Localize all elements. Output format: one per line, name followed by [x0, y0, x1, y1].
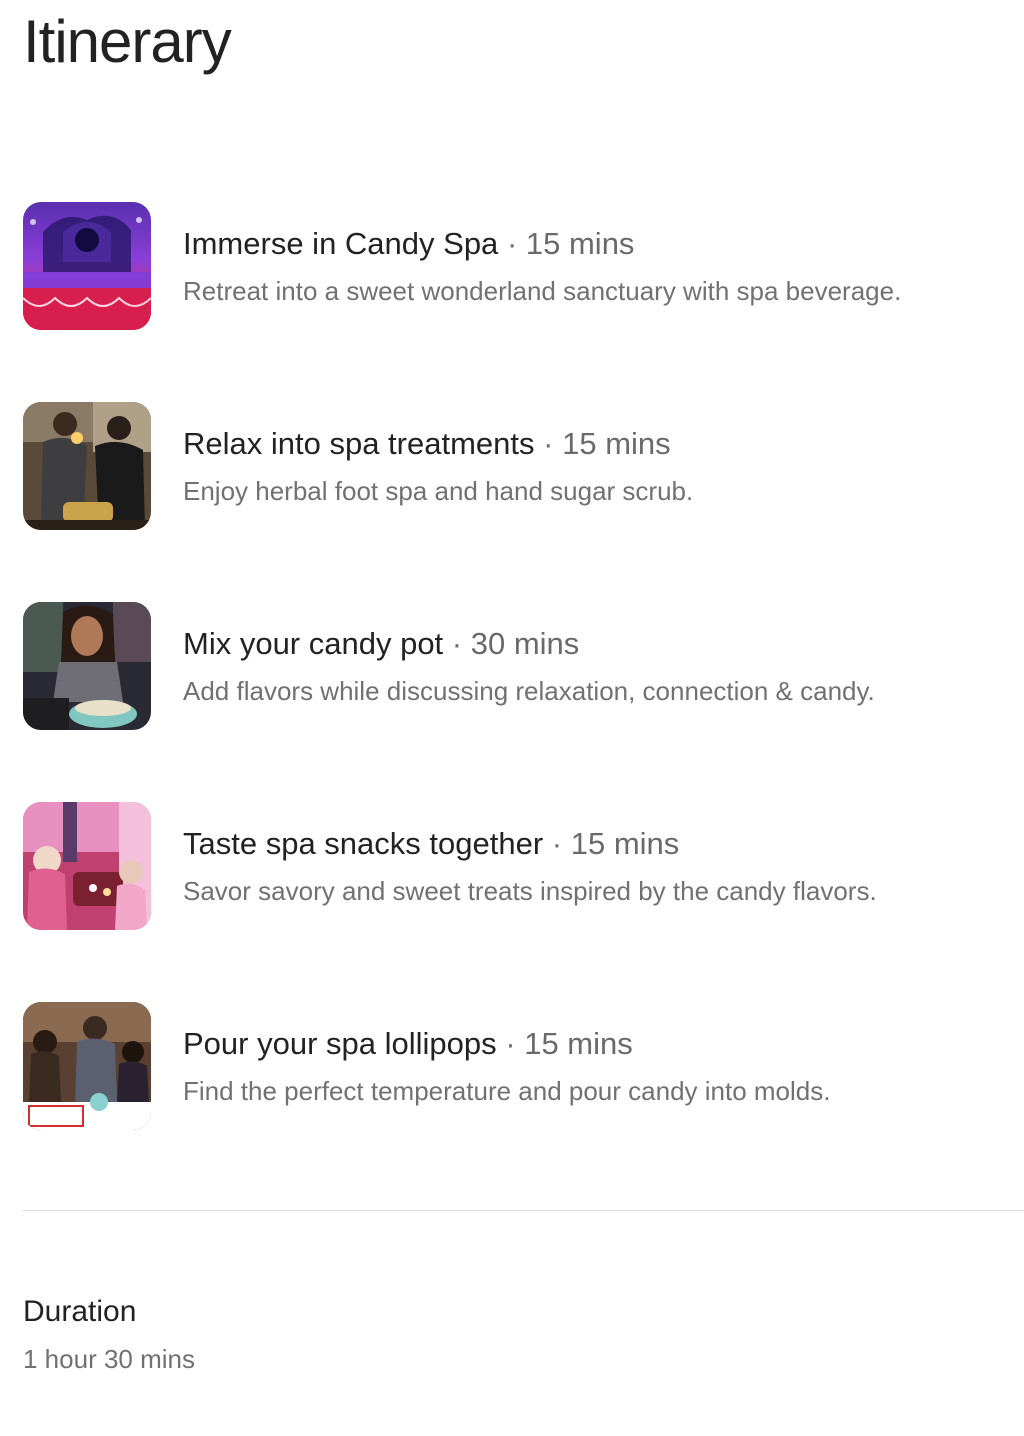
- item-name: Relax into spa treatments: [183, 426, 535, 461]
- duration-label: Duration: [23, 1295, 137, 1328]
- separator-dot: ·: [505, 1026, 516, 1061]
- itinerary-item: Mix your candy pot · 30 mins Add flavors…: [23, 602, 1023, 730]
- itinerary-item-title: Pour your spa lollipops · 15 mins: [183, 1024, 633, 1064]
- itinerary-item-title: Mix your candy pot · 30 mins: [183, 624, 579, 664]
- section-divider: [23, 1210, 1024, 1211]
- separator-dot: ·: [451, 626, 463, 661]
- item-description: Enjoy herbal foot spa and hand sugar scr…: [183, 476, 694, 506]
- itinerary-item: Taste spa snacks together · 15 mins Savo…: [23, 802, 1023, 930]
- duration-value: 1 hour 30 mins: [23, 1344, 195, 1374]
- item-name: Taste spa snacks together: [183, 826, 544, 861]
- itinerary-page: Itinerary Immerse in Candy Spa · 15 mins…: [0, 0, 1024, 1436]
- separator-dot: ·: [543, 426, 554, 461]
- itinerary-item-title: Taste spa snacks together · 15 mins: [183, 824, 679, 864]
- item-name: Mix your candy pot: [183, 626, 444, 661]
- item-name: Pour your spa lollipops: [183, 1026, 497, 1061]
- item-name: Immerse in Candy Spa: [183, 226, 499, 261]
- itinerary-item: Immerse in Candy Spa · 15 mins Retreat i…: [23, 202, 1023, 330]
- itinerary-photo: [23, 202, 151, 330]
- page-title: Itinerary: [23, 8, 232, 75]
- itinerary-photo: [23, 602, 151, 730]
- separator-dot: ·: [506, 226, 518, 261]
- item-duration: 15 mins: [525, 226, 635, 261]
- item-duration: 15 mins: [562, 426, 671, 461]
- item-duration: 15 mins: [524, 1026, 633, 1061]
- item-description: Retreat into a sweet wonderland sanctuar…: [183, 276, 902, 306]
- itinerary-item: Relax into spa treatments · 15 mins Enjo…: [23, 402, 1023, 530]
- itinerary-item: Pour your spa lollipops · 15 mins Find t…: [23, 1002, 1023, 1130]
- item-duration: 15 mins: [570, 826, 680, 861]
- itinerary-photo: [23, 402, 151, 530]
- item-duration: 30 mins: [470, 626, 580, 661]
- itinerary-item-title: Immerse in Candy Spa · 15 mins: [183, 224, 634, 264]
- item-description: Savor savory and sweet treats inspired b…: [183, 876, 877, 906]
- separator-dot: ·: [551, 826, 563, 861]
- item-description: Add flavors while discussing relaxation,…: [183, 676, 875, 706]
- itinerary-photo: [23, 802, 151, 930]
- itinerary-photo: [23, 1002, 151, 1130]
- itinerary-item-title: Relax into spa treatments · 15 mins: [183, 424, 671, 464]
- item-description: Find the perfect temperature and pour ca…: [183, 1076, 831, 1106]
